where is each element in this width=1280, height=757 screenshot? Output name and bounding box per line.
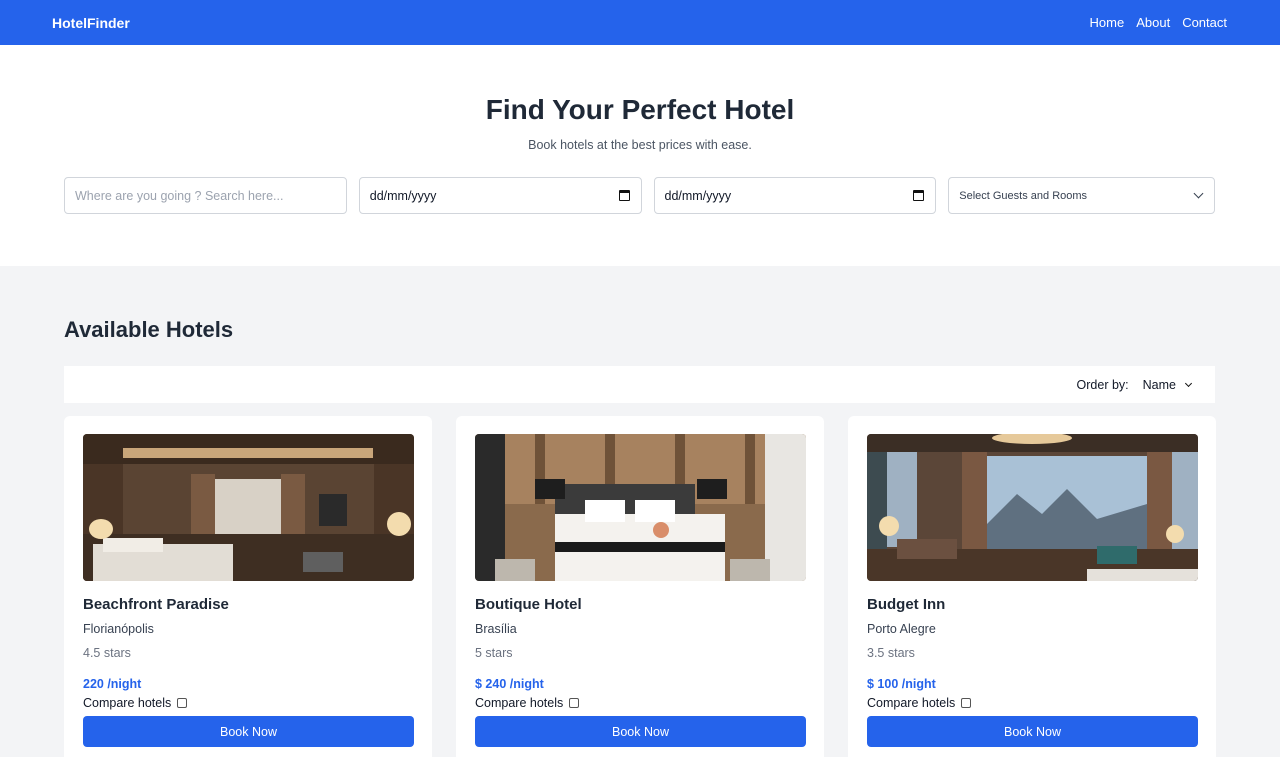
- hotel-price: $ 100 /night: [867, 677, 936, 691]
- hotel-image: [83, 434, 414, 581]
- checkin-date-field[interactable]: dd/mm/yyyy: [358, 177, 642, 214]
- calendar-icon[interactable]: [618, 190, 630, 201]
- chevron-down-icon: [1193, 188, 1204, 199]
- order-bar: Order by: Name: [64, 366, 1215, 403]
- hotel-card: Budget Inn Porto Alegre 3.5 stars $ 100 …: [848, 416, 1216, 757]
- hotel-city: Brasília: [475, 622, 517, 636]
- compare-label: Compare hotels: [867, 696, 956, 710]
- calendar-icon[interactable]: [913, 190, 925, 201]
- compare-label: Compare hotels: [475, 696, 564, 710]
- search-bar: dd/mm/yyyy dd/mm/yyyy Select Guests and …: [64, 177, 1216, 214]
- destination-search-input[interactable]: [64, 177, 347, 214]
- hotel-image: [867, 434, 1198, 581]
- book-now-button[interactable]: Book Now: [475, 716, 806, 747]
- hotel-name: Beachfront Paradise: [83, 596, 229, 613]
- navbar: HotelFinder Home About Contact: [0, 0, 1280, 45]
- hotel-price: $ 240 /night: [475, 677, 544, 691]
- compare-hotels[interactable]: Compare hotels: [867, 695, 1198, 711]
- brand-logo[interactable]: HotelFinder: [52, 15, 130, 31]
- page-subtitle: Book hotels at the best prices with ease…: [528, 138, 752, 152]
- hotel-city: Porto Alegre: [867, 622, 936, 636]
- page-title: Find Your Perfect Hotel: [485, 94, 795, 125]
- nav-links: Home About Contact: [1090, 15, 1227, 30]
- compare-checkbox[interactable]: [569, 698, 580, 708]
- hotel-card: Beachfront Paradise Florianópolis 4.5 st…: [64, 416, 432, 757]
- hotel-price: 220 /night: [83, 677, 142, 691]
- hotel-name: Budget Inn: [867, 596, 946, 613]
- compare-checkbox[interactable]: [961, 698, 972, 708]
- order-label: Order by:: [1076, 377, 1129, 392]
- book-now-button[interactable]: Book Now: [83, 716, 414, 747]
- compare-checkbox[interactable]: [177, 698, 188, 708]
- hotel-name: Boutique Hotel: [475, 596, 582, 613]
- compare-hotels[interactable]: Compare hotels: [83, 695, 414, 711]
- hotel-card: Boutique Hotel Brasília 5 stars $ 240 /n…: [456, 416, 824, 757]
- chevron-down-icon: [1184, 379, 1193, 387]
- order-by-select[interactable]: Name: [1143, 378, 1193, 392]
- nav-link-contact[interactable]: Contact: [1182, 15, 1227, 30]
- guests-rooms-select[interactable]: Select Guests and Rooms: [948, 177, 1216, 214]
- compare-hotels[interactable]: Compare hotels: [475, 695, 806, 711]
- checkin-date-value: dd/mm/yyyy: [369, 188, 437, 203]
- guests-rooms-value: Select Guests and Rooms: [959, 189, 1088, 202]
- hotel-rating: 4.5 stars: [83, 646, 131, 660]
- nav-link-home[interactable]: Home: [1090, 15, 1125, 30]
- hero-section: Find Your Perfect Hotel Book hotels at t…: [0, 45, 1280, 266]
- checkout-date-value: dd/mm/yyyy: [664, 188, 732, 203]
- checkout-date-field[interactable]: dd/mm/yyyy: [653, 177, 937, 214]
- compare-label: Compare hotels: [83, 696, 172, 710]
- hotel-rating: 3.5 stars: [867, 646, 915, 660]
- nav-link-about[interactable]: About: [1136, 15, 1170, 30]
- hotel-image: [475, 434, 806, 581]
- hotel-city: Florianópolis: [83, 622, 154, 636]
- section-title: Available Hotels: [64, 317, 234, 342]
- hotels-section: Available Hotels Order by: Name Beachfro…: [0, 316, 1280, 757]
- order-value: Name: [1142, 377, 1176, 392]
- hotel-cards: Beachfront Paradise Florianópolis 4.5 st…: [64, 416, 1216, 757]
- hotel-rating: 5 stars: [475, 646, 513, 660]
- book-now-button[interactable]: Book Now: [867, 716, 1198, 747]
